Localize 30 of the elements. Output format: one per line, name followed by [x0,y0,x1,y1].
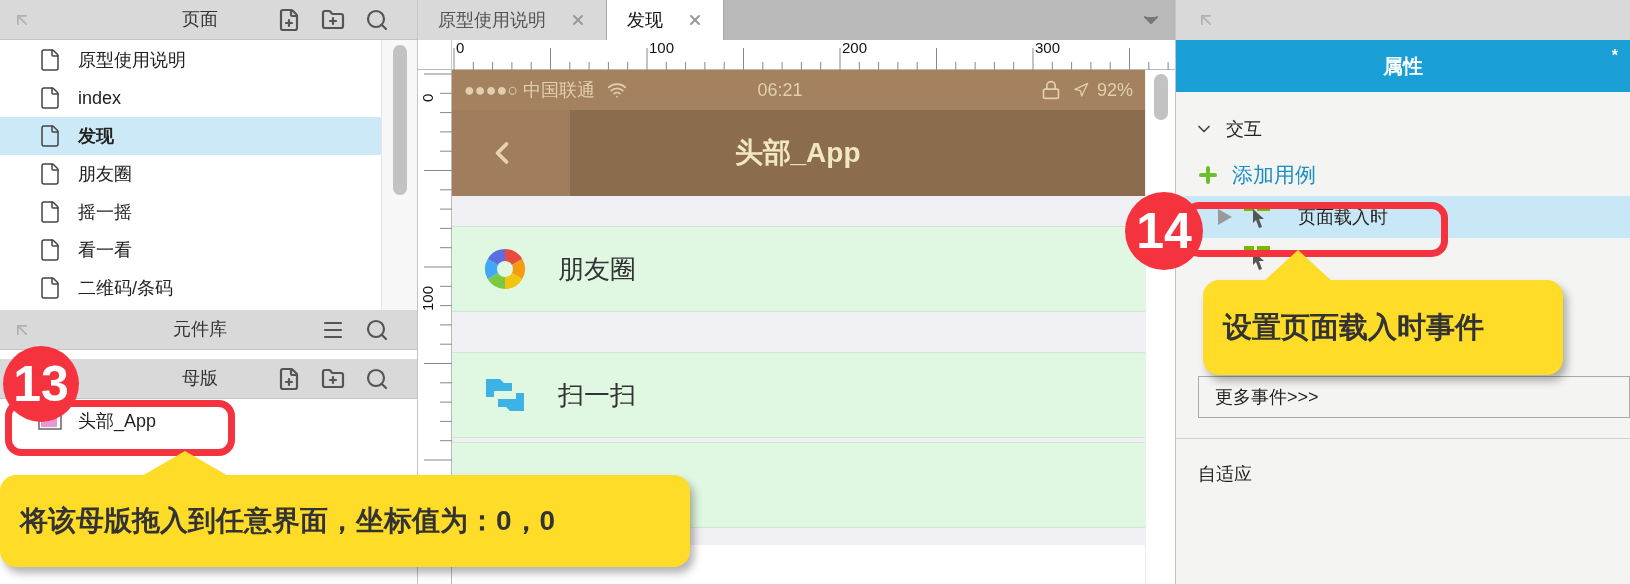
menu-row-label: 扫一扫 [558,378,636,412]
master-name: 头部_App [78,409,157,434]
page-name: 原型使用说明 [78,48,186,72]
callout-text: 设置页面载入时事件 [1223,309,1484,345]
page-name: 看一看 [78,238,132,262]
page-name: 发现 [78,124,114,148]
battery-text: 92% [1096,78,1133,102]
ruler-label: 0 [420,93,435,102]
page-name: 二维码/条码 [78,276,173,300]
modified-mark: * [1611,46,1618,66]
page-name: 朋友圈 [78,162,132,186]
panel-title: 元件库 [173,318,227,341]
event-label: 页面载入时 [1298,205,1388,229]
step-number-badge: 13 [3,346,79,422]
callout-text: 将该母版拖入到任意界面，坐标值为：0，0 [20,504,556,538]
page-title: 头部_App [734,136,861,170]
ruler-label: 100 [649,40,675,55]
carrier-text: ●●●●○ 中国联通 [464,78,596,102]
ruler-label: 200 [842,40,868,55]
page-name: index [78,86,122,110]
menu-row-label: 朋友圈 [558,252,636,286]
properties-title: 属性 [1383,54,1423,79]
panel-title: 母版 [182,367,218,390]
panel-title: 页面 [182,8,218,31]
ruler-label: 100 [420,285,435,311]
adaptive-label: 自适应 [1198,464,1252,484]
clock-text: 06:21 [757,78,803,102]
page-name: 摇一摇 [78,200,132,224]
ruler-label: 300 [1035,40,1061,55]
ruler-label: 0 [456,40,465,55]
